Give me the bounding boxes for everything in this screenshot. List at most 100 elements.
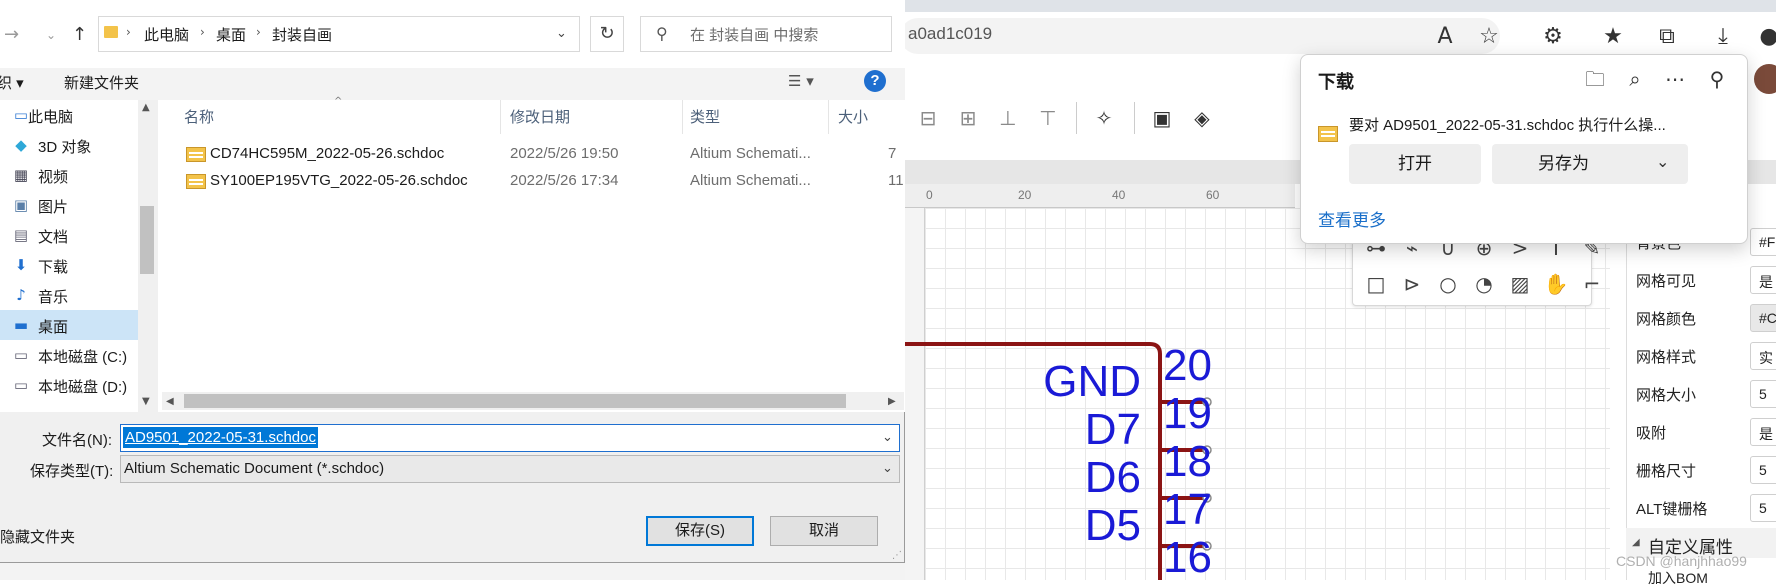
- crumb-desktop[interactable]: 桌面: [216, 24, 246, 45]
- open-folder-icon[interactable]: 🗀: [1582, 66, 1608, 92]
- crumb-separator-icon[interactable]: ›: [256, 25, 261, 39]
- read-aloud-icon[interactable]: A: [1430, 22, 1460, 52]
- pie-icon[interactable]: ◔: [1470, 270, 1498, 298]
- align-center-icon[interactable]: ⊞: [954, 104, 982, 132]
- more-icon[interactable]: ⋯: [1662, 66, 1688, 92]
- filename-value[interactable]: AD9501_2022-05-31.schdoc: [123, 427, 318, 448]
- avatar[interactable]: [1754, 64, 1776, 94]
- chevron-down-icon[interactable]: ⌄: [556, 26, 567, 41]
- crumb-separator-icon[interactable]: ›: [126, 25, 131, 39]
- tree-label: 本地磁盘 (C:): [38, 349, 128, 366]
- resize-grip-icon[interactable]: ⋰: [892, 550, 902, 561]
- prop-value[interactable]: 5: [1750, 494, 1776, 522]
- up-icon[interactable]: ↑: [72, 24, 87, 45]
- organize-menu[interactable]: 组织 ▾: [0, 72, 24, 93]
- prop-value[interactable]: #F: [1750, 228, 1776, 256]
- prop-value[interactable]: 实: [1750, 342, 1776, 370]
- help-button[interactable]: ?: [864, 70, 886, 92]
- tree-item-3d[interactable]: ◆ 3D 对象: [0, 130, 138, 160]
- horizontal-scroll-thumb[interactable]: [184, 394, 846, 408]
- tree-item-pictures[interactable]: ▣ 图片: [0, 190, 138, 220]
- file-name[interactable]: CD74HC595M_2022-05-26.schdoc: [210, 145, 444, 162]
- tree-scroll-thumb[interactable]: [140, 206, 154, 274]
- tree-item-video[interactable]: ▦ 视频: [0, 160, 138, 190]
- downloads-icon[interactable]: ⤓: [1708, 22, 1738, 52]
- search-icon[interactable]: ⌕: [1622, 66, 1648, 92]
- tree-item-downloads[interactable]: ⬇ 下载: [0, 250, 138, 280]
- address-text[interactable]: a0ad1c019: [908, 24, 992, 44]
- chevron-down-icon[interactable]: ⌄: [1656, 152, 1669, 171]
- distribute-icon[interactable]: ⊥: [994, 104, 1022, 132]
- prop-value[interactable]: 5: [1750, 380, 1776, 408]
- watermark: CSDN @hanjhhao99: [1616, 553, 1747, 569]
- column-size[interactable]: 大小: [838, 106, 868, 127]
- chevron-down-icon[interactable]: ⌄: [882, 461, 893, 476]
- prop-value[interactable]: 是: [1750, 418, 1776, 446]
- tag-icon[interactable]: ⊳: [1398, 270, 1426, 298]
- magic-icon[interactable]: ✧: [1090, 104, 1118, 132]
- history-chevron-icon[interactable]: ⌄: [46, 28, 56, 42]
- hide-folders-toggle[interactable]: 隐藏文件夹: [0, 526, 75, 547]
- circle-icon[interactable]: ○: [1434, 270, 1462, 298]
- back-icon[interactable]: →: [4, 24, 19, 45]
- column-divider[interactable]: [500, 100, 501, 134]
- crumb-separator-icon[interactable]: ›: [200, 25, 205, 39]
- tree-item-documents[interactable]: ▤ 文档: [0, 220, 138, 250]
- open-button[interactable]: 打开: [1349, 144, 1481, 184]
- pin-16[interactable]: 16: [1163, 533, 1212, 580]
- collections-icon[interactable]: ⧉: [1652, 22, 1682, 52]
- crumb-pc[interactable]: 此电脑: [144, 24, 189, 45]
- column-date[interactable]: 修改日期: [510, 106, 570, 127]
- column-divider[interactable]: [828, 100, 829, 134]
- add-favorite-icon[interactable]: ☆: [1474, 22, 1504, 52]
- column-type[interactable]: 类型: [690, 106, 720, 127]
- layers-icon[interactable]: ◈: [1188, 104, 1216, 132]
- scroll-up-icon[interactable]: ▲: [142, 102, 150, 113]
- pin-icon[interactable]: ⚲: [1704, 66, 1730, 92]
- favorites-icon[interactable]: ★: [1598, 22, 1628, 52]
- tree-item-drive-c[interactable]: ▭ 本地磁盘 (C:): [0, 340, 138, 370]
- filetype-value[interactable]: Altium Schematic Document (*.schdoc): [124, 460, 384, 477]
- file-date: 2022/5/26 17:34: [510, 172, 619, 189]
- prop-label: 栅格尺寸: [1636, 463, 1697, 480]
- view-options-icon[interactable]: ☰ ▾: [788, 72, 814, 90]
- file-size: 7: [888, 145, 897, 162]
- column-name[interactable]: 名称: [184, 106, 214, 127]
- prop-value[interactable]: 5: [1750, 456, 1776, 484]
- save-button[interactable]: 保存(S): [646, 516, 754, 546]
- see-more-link[interactable]: 查看更多: [1318, 206, 1386, 231]
- profile-icon[interactable]: ●: [1754, 22, 1776, 52]
- crumb-folder[interactable]: 封装自画: [272, 24, 332, 45]
- picture-icon[interactable]: ▨: [1506, 270, 1534, 298]
- tree-item-desktop[interactable]: ▬ 桌面: [0, 310, 138, 340]
- schematic-component[interactable]: GND 20 D7 19 D6 18 D5 17 16: [905, 330, 1235, 580]
- column-divider[interactable]: [682, 100, 683, 134]
- align-right-icon[interactable]: ⊤: [1034, 104, 1062, 132]
- file-type: Altium Schemati...: [690, 172, 811, 189]
- filetype-label: 保存类型(T):: [30, 463, 114, 480]
- scroll-right-icon[interactable]: ▶: [888, 396, 896, 407]
- prop-value[interactable]: 是: [1750, 266, 1776, 294]
- prop-label: 吸附: [1636, 425, 1667, 442]
- app-status-strip: [0, 563, 905, 580]
- corner-icon[interactable]: ⌐: [1578, 270, 1606, 298]
- pictures-icon: ▣: [13, 196, 29, 214]
- scroll-left-icon[interactable]: ◀: [166, 396, 174, 407]
- hand-icon[interactable]: ✋: [1542, 270, 1570, 298]
- tree-item-drive-d[interactable]: ▭ 本地磁盘 (D:): [0, 370, 138, 400]
- scroll-down-icon[interactable]: ▼: [142, 396, 150, 407]
- cancel-button[interactable]: 取消: [770, 516, 878, 546]
- extensions-icon[interactable]: ⚙: [1538, 22, 1568, 52]
- new-folder-button[interactable]: 新建文件夹: [64, 72, 139, 93]
- refresh-icon[interactable]: ↻: [590, 16, 624, 52]
- align-left-icon[interactable]: ⊟: [914, 104, 942, 132]
- chevron-down-icon[interactable]: ⌄: [882, 430, 893, 445]
- rectangle-icon[interactable]: □: [1362, 270, 1390, 298]
- file-name[interactable]: SY100EP195VTG_2022-05-26.schdoc: [210, 172, 468, 189]
- tree-item-pc[interactable]: ▭ 此电脑: [0, 100, 138, 130]
- prop-value[interactable]: #C: [1750, 304, 1776, 332]
- tree-item-music[interactable]: ♪ 音乐: [0, 280, 138, 310]
- search-placeholder[interactable]: 在 封装自画 中搜索: [690, 24, 818, 45]
- image-icon[interactable]: ▣: [1148, 104, 1176, 132]
- collapse-icon[interactable]: ◢: [1632, 537, 1640, 548]
